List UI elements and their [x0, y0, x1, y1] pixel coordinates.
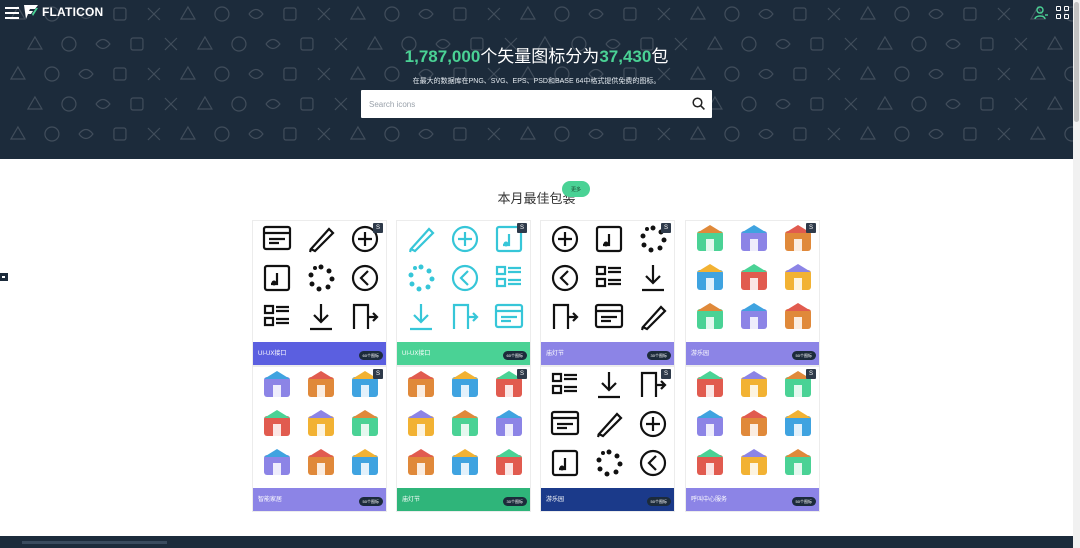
pack-card-name: 游乐园: [691, 351, 710, 357]
section-title: 本月最佳包装: [497, 191, 576, 206]
pack-preview-icons: [550, 371, 667, 477]
page-scrollbar[interactable]: [1073, 0, 1080, 548]
pack-preview-icons: [551, 225, 667, 331]
pack-card[interactable]: S 智能家居 50个图标: [252, 366, 387, 512]
search-input[interactable]: [361, 90, 671, 118]
pack-preview-icons: [408, 225, 524, 331]
pack-card-footer: 呼叫中心服务 50个图标: [686, 488, 819, 511]
logo[interactable]: FLATICON: [23, 4, 103, 20]
flaticon-logo-icon: [24, 5, 38, 19]
pack-card-footer: UI-UX接口 60个图标: [397, 342, 530, 365]
pack-card[interactable]: S UI-UX接口 60个图标: [252, 220, 387, 366]
pack-card-name: UI-UX接口: [258, 351, 287, 357]
search-icon[interactable]: [692, 97, 705, 110]
pack-card[interactable]: S 游乐园 50个图标: [685, 220, 820, 366]
user-icon[interactable]: [1034, 6, 1048, 20]
pack-card[interactable]: S 庙灯节 30个图标: [540, 220, 675, 366]
hero-title-mid: 个矢量图标分为: [480, 47, 600, 66]
pack-card-footer: 游乐园 50个图标: [686, 342, 819, 365]
hero-icon-count: 1,787,000: [404, 47, 481, 66]
pack-card-count: 50个图标: [646, 497, 671, 506]
pack-card-count: 50个图标: [358, 497, 383, 506]
logo-text: FLATICON: [42, 5, 104, 19]
pack-card-count: 30个图标: [502, 497, 527, 506]
pack-card-count: 60个图标: [358, 351, 383, 360]
pack-card[interactable]: S UI-UX接口 60个图标: [396, 220, 531, 366]
pack-card-name: UI-UX接口: [402, 351, 431, 357]
hero-title-end: 包: [651, 47, 669, 66]
pack-badge-icon: S: [661, 223, 671, 233]
hero-title: 1,787,000个矢量图标分为37,430包: [0, 42, 1073, 67]
pack-preview-icons: [697, 371, 811, 475]
pack-badge-icon: S: [661, 369, 671, 379]
menu-icon[interactable]: [5, 7, 19, 19]
pack-badge-icon: S: [373, 369, 383, 379]
hero-banner: FLATICON 1,787,000个矢量图标分为37,430包 在最大的数据库…: [0, 0, 1073, 159]
pack-card[interactable]: S 呼叫中心服务 50个图标: [685, 366, 820, 512]
pack-badge-icon: S: [517, 369, 527, 379]
scrollbar-thumb[interactable]: [1074, 2, 1079, 122]
more-pill-button[interactable]: 更多: [562, 181, 590, 197]
side-feedback-tab[interactable]: [0, 273, 8, 281]
pack-card-count: 50个图标: [791, 351, 816, 360]
pack-card-footer: 智能家居 50个图标: [253, 488, 386, 511]
pack-card-footer: UI-UX接口 60个图标: [253, 342, 386, 365]
pack-card[interactable]: S 游乐园 50个图标: [540, 366, 675, 512]
pack-card-footer: 游乐园 50个图标: [541, 488, 674, 511]
pack-card[interactable]: S 庙灯节 30个图标: [396, 366, 531, 512]
hero-subtitle: 在最大的数据库在PNG、SVG、EPS、PSD和BASE 64中格式提供免费的图…: [412, 78, 661, 85]
apps-grid-icon[interactable]: [1056, 6, 1069, 19]
pack-preview-icons: [697, 225, 811, 329]
pack-card-name: 庙灯节: [402, 497, 421, 503]
pack-badge-icon: S: [517, 223, 527, 233]
pack-card-footer: 庙灯节 30个图标: [541, 342, 674, 365]
pack-card-name: 庙灯节: [546, 351, 565, 357]
pack-card-name: 呼叫中心服务: [691, 497, 728, 503]
pack-card-count: 50个图标: [791, 497, 816, 506]
pack-card-count: 30个图标: [646, 351, 671, 360]
search-bar: [361, 90, 712, 118]
hero-pack-count: 37,430: [599, 47, 652, 66]
top-bar: FLATICON: [0, 0, 1073, 26]
pack-preview-icons: [408, 371, 522, 475]
pack-badge-icon: S: [373, 223, 383, 233]
pack-card-name: 游乐园: [546, 497, 565, 503]
pack-badge-icon: S: [806, 369, 816, 379]
pack-card-name: 智能家居: [258, 497, 283, 503]
footer-bar: [0, 536, 1073, 548]
pack-preview-icons: [264, 371, 378, 475]
pack-card-count: 60个图标: [502, 351, 527, 360]
pack-badge-icon: S: [806, 223, 816, 233]
pack-card-footer: 庙灯节 30个图标: [397, 488, 530, 511]
pack-preview-icons: [262, 225, 379, 331]
